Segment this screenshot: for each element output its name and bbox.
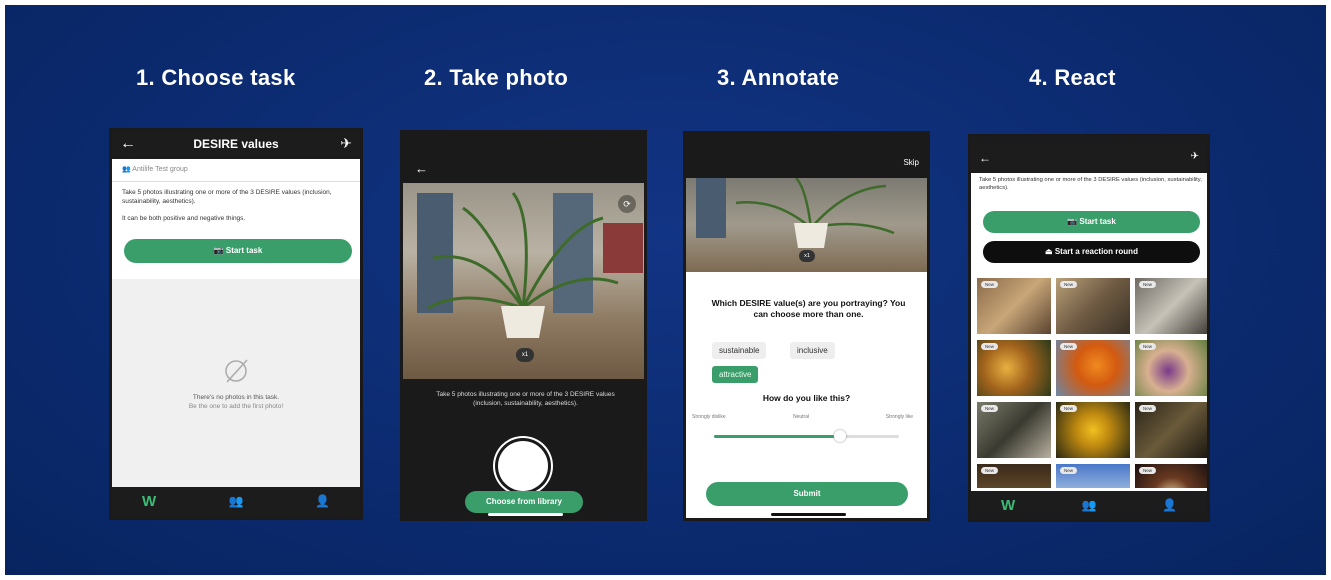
new-badge: New bbox=[1060, 467, 1078, 474]
chip-inclusive[interactable]: inclusive bbox=[790, 342, 835, 359]
photo-thumbnail[interactable]: New bbox=[1056, 464, 1130, 488]
start-task-label: Start task bbox=[225, 246, 263, 255]
task-description: Take 5 photos illustrating one or more o… bbox=[979, 177, 1202, 191]
phone-screen-react: ← ✈ Take 5 photos illustrating one or mo… bbox=[968, 134, 1210, 522]
step-title-3: 3. Annotate bbox=[717, 65, 840, 90]
choose-from-library-button[interactable]: Choose from library bbox=[465, 491, 583, 513]
zoom-indicator: x1 bbox=[799, 250, 815, 262]
scale-label-neutral: Neutral bbox=[793, 414, 810, 420]
zoom-indicator[interactable]: x1 bbox=[516, 348, 534, 362]
photo-thumbnail[interactable]: New bbox=[977, 340, 1051, 396]
photo-thumbnail[interactable]: New bbox=[977, 402, 1051, 458]
phone-screen-annotate: Skip x1 Which DESIRE value(s) are you po… bbox=[683, 131, 930, 521]
shutter-button[interactable] bbox=[498, 441, 548, 491]
like-slider-fill bbox=[714, 435, 840, 438]
like-question: How do you like this? bbox=[762, 393, 851, 403]
camera-viewfinder: x1 ⟳ bbox=[403, 183, 644, 379]
start-reaction-round-button[interactable]: ⏏ Start a reaction round bbox=[983, 241, 1200, 263]
new-badge: New bbox=[981, 405, 999, 412]
photo-thumbnail[interactable]: New bbox=[1056, 402, 1130, 458]
nav-groups-icon[interactable]: 👥 bbox=[1082, 498, 1097, 512]
start-reaction-label: Start a reaction round bbox=[1054, 247, 1138, 256]
phone-screen-choose-task: ← DESIRE values ✈ 👥 Antilife Test group … bbox=[109, 128, 363, 520]
divider bbox=[112, 181, 360, 182]
start-task-button[interactable]: 📷 Start task bbox=[983, 211, 1200, 233]
start-task-label: Start task bbox=[1079, 217, 1116, 226]
scale-label-like: Strongly like bbox=[885, 414, 913, 420]
photo-thumbnail[interactable]: New bbox=[1135, 340, 1207, 396]
photo-instructions: Take 5 photos illustrating one or more o… bbox=[436, 391, 615, 407]
start-task-button[interactable]: 📷 Start task bbox=[124, 239, 352, 263]
new-badge: New bbox=[981, 281, 999, 288]
back-arrow-icon[interactable]: ← bbox=[979, 151, 991, 165]
photo-thumbnail[interactable]: New bbox=[1135, 402, 1207, 458]
new-badge: New bbox=[1060, 281, 1078, 288]
new-badge: New bbox=[1060, 405, 1078, 412]
camera-icon: 📷 bbox=[213, 246, 224, 255]
home-indicator bbox=[771, 513, 846, 516]
back-arrow-icon[interactable]: ← bbox=[415, 161, 428, 176]
plant-image bbox=[427, 192, 619, 338]
pin-icon[interactable]: ✈ bbox=[1191, 151, 1199, 162]
window-panel bbox=[696, 178, 726, 238]
pin-icon[interactable]: ✈ bbox=[340, 135, 352, 152]
photo-preview: x1 bbox=[686, 178, 927, 272]
header-bar: ← DESIRE values ✈ bbox=[112, 131, 360, 159]
nav-groups-icon[interactable]: 👥 bbox=[229, 494, 244, 508]
new-badge: New bbox=[1139, 467, 1157, 474]
nav-home-logo[interactable]: W bbox=[142, 493, 156, 510]
like-slider-thumb[interactable] bbox=[833, 430, 846, 442]
nav-profile-icon[interactable]: 👤 bbox=[1162, 498, 1177, 512]
new-badge: New bbox=[981, 467, 999, 474]
annotate-header: Skip bbox=[686, 134, 927, 178]
photo-thumbnail[interactable]: New bbox=[1056, 340, 1130, 396]
photo-thumbnail[interactable]: New bbox=[977, 278, 1051, 334]
step-title-4: 4. React bbox=[1029, 65, 1116, 90]
chip-sustainable[interactable]: sustainable bbox=[712, 342, 767, 359]
bottom-nav: W 👥 👤 bbox=[971, 491, 1207, 519]
new-badge: New bbox=[981, 343, 999, 350]
values-question: Which DESIRE value(s) are you portraying… bbox=[711, 298, 906, 319]
step-title-1: 1. Choose task bbox=[136, 65, 296, 90]
new-badge: New bbox=[1139, 405, 1157, 412]
slide-background: 1. Choose task 2. Take photo 3. Annotate… bbox=[5, 5, 1326, 575]
chip-attractive-selected[interactable]: attractive bbox=[712, 366, 759, 383]
empty-set-icon bbox=[225, 359, 248, 383]
group-icon: 👥 bbox=[122, 166, 131, 173]
photo-thumbnail[interactable]: New bbox=[977, 464, 1051, 488]
reaction-icon: ⏏ bbox=[1045, 247, 1053, 256]
group-label: Antilife Test group bbox=[132, 166, 188, 173]
react-header: ← ✈ bbox=[971, 137, 1207, 173]
nav-profile-icon[interactable]: 👤 bbox=[315, 494, 330, 508]
task-description: Take 5 photos illustrating one or more o… bbox=[122, 189, 332, 205]
scale-label-dislike: Strongly dislike bbox=[692, 414, 726, 420]
bottom-nav: W 👥 👤 bbox=[112, 487, 360, 517]
task-note: It can be both positive and negative thi… bbox=[122, 215, 246, 222]
submit-button[interactable]: Submit bbox=[706, 482, 908, 506]
camera-header: ← bbox=[403, 133, 644, 183]
header-title: DESIRE values bbox=[193, 137, 279, 151]
step-title-2: 2. Take photo bbox=[424, 65, 569, 90]
home-indicator bbox=[488, 513, 563, 516]
skip-button[interactable]: Skip bbox=[903, 158, 919, 167]
empty-state-line2: Be the one to add the first photo! bbox=[188, 403, 284, 410]
task-info-panel: 👥 Antilife Test group Take 5 photos illu… bbox=[112, 159, 360, 279]
empty-state-area: There's no photos in this task. Be the o… bbox=[112, 279, 360, 487]
camera-icon: 📷 bbox=[1067, 217, 1078, 226]
phone-screen-take-photo: ← x1 ⟳ Take 5 photos illustrating one or… bbox=[400, 130, 647, 521]
photo-grid: New New New New New New New New New New … bbox=[977, 278, 1207, 488]
empty-state-line1: There's no photos in this task. bbox=[192, 394, 280, 401]
flip-camera-icon[interactable]: ⟳ bbox=[618, 195, 636, 213]
new-badge: New bbox=[1139, 343, 1157, 350]
photo-thumbnail[interactable]: New bbox=[1135, 278, 1207, 334]
photo-thumbnail[interactable]: New bbox=[1135, 464, 1207, 488]
like-slider-track[interactable] bbox=[714, 430, 899, 442]
new-badge: New bbox=[1060, 343, 1078, 350]
nav-home-logo[interactable]: W bbox=[1001, 497, 1015, 514]
new-badge: New bbox=[1139, 281, 1157, 288]
group-row: 👥 Antilife Test group bbox=[122, 165, 188, 173]
photo-thumbnail[interactable]: New bbox=[1056, 278, 1130, 334]
